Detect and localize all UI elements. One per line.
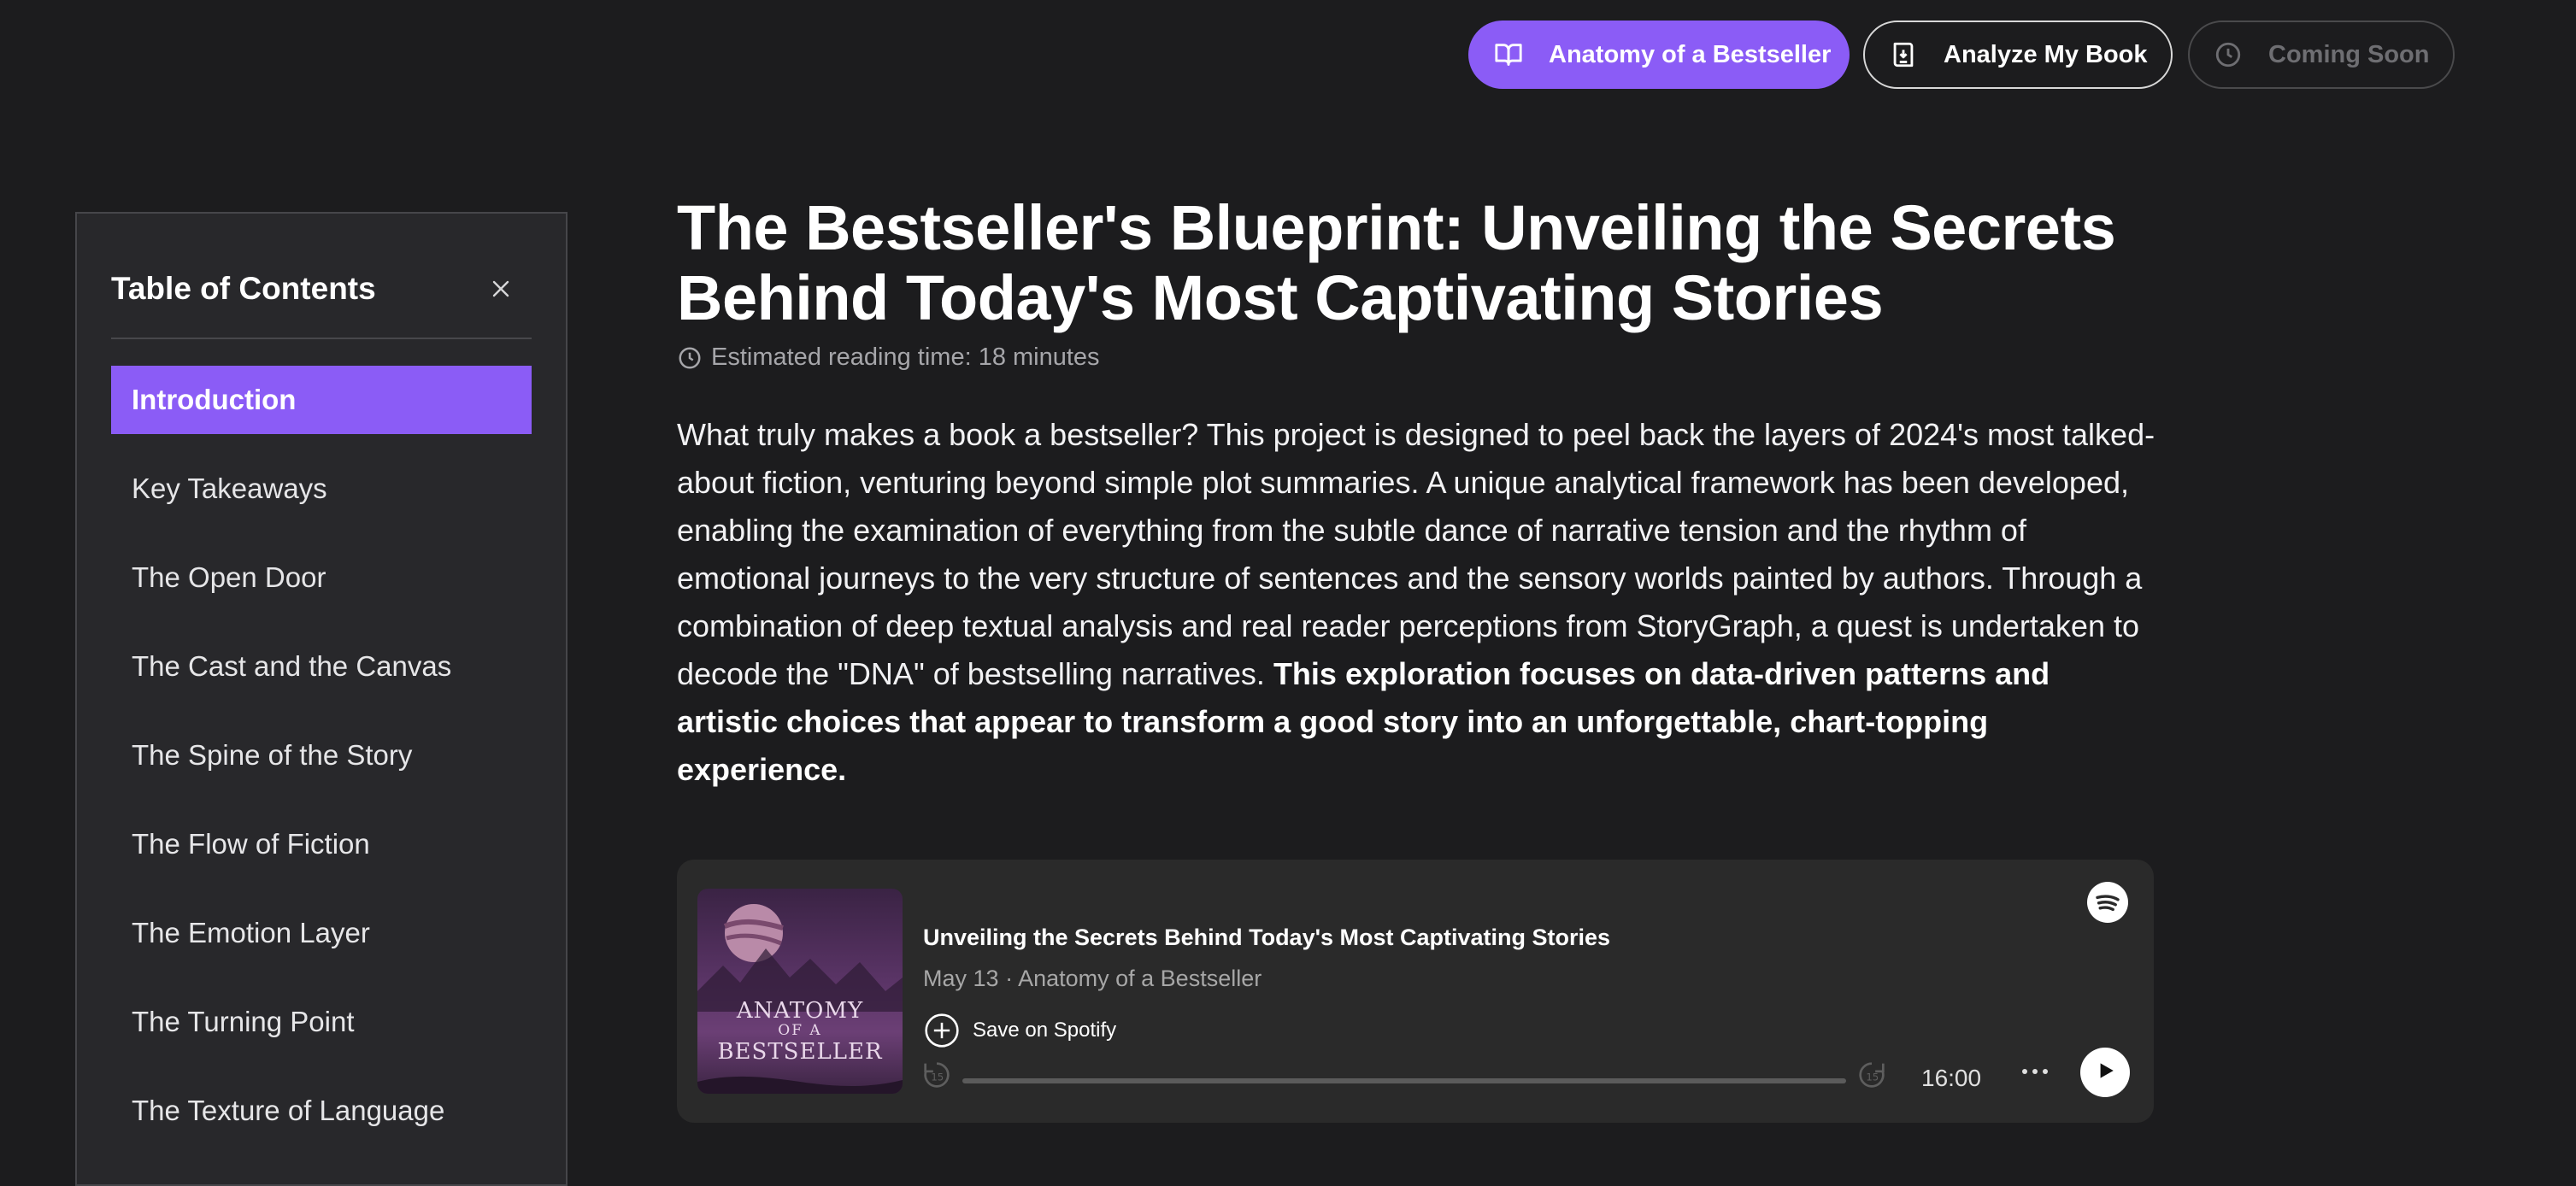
toc-item-flow-fiction[interactable]: The Flow of Fiction bbox=[111, 810, 532, 878]
save-on-spotify-button[interactable]: Save on Spotify bbox=[923, 1012, 1116, 1049]
episode-title[interactable]: Unveiling the Secrets Behind Today's Mos… bbox=[923, 925, 1610, 951]
book-download-icon bbox=[1889, 40, 1918, 69]
toc-sidebar: Table of Contents Introduction Key Takea… bbox=[75, 212, 568, 1186]
nav-button-label: Coming Soon bbox=[2268, 40, 2430, 68]
toc-item-introduction[interactable]: Introduction bbox=[111, 366, 532, 434]
play-icon bbox=[2094, 1060, 2116, 1086]
cover-title-line1: ANATOMY bbox=[736, 998, 864, 1024]
toc-header: Table of Contents bbox=[111, 263, 532, 314]
nav-button-label: Analyze My Book bbox=[1944, 40, 2148, 68]
toc-title: Table of Contents bbox=[111, 271, 376, 306]
cover-title-line2: OF A bbox=[778, 1022, 822, 1039]
nav-button-coming-soon: Coming Soon bbox=[2188, 21, 2455, 89]
nav-button-anatomy[interactable]: Anatomy of a Bestseller bbox=[1468, 21, 1850, 89]
skip-back-15-icon[interactable]: 15 bbox=[920, 1058, 954, 1092]
show-name[interactable]: Anatomy of a Bestseller bbox=[1018, 966, 1262, 991]
meta-separator: · bbox=[1005, 966, 1014, 991]
podcast-cover: ANATOMY OF A BESTSELLER bbox=[697, 889, 903, 1094]
episode-meta: May 13 · Anatomy of a Bestseller bbox=[923, 966, 1262, 992]
nav-button-label: Anatomy of a Bestseller bbox=[1549, 40, 1832, 68]
nav-button-analyze[interactable]: Analyze My Book bbox=[1863, 21, 2173, 89]
play-button[interactable] bbox=[2080, 1048, 2130, 1097]
page-title: The Bestseller's Blueprint: Unveiling th… bbox=[677, 192, 2116, 333]
cover-title-line3: BESTSELLER bbox=[717, 1039, 883, 1065]
spotify-logo-icon[interactable] bbox=[2087, 882, 2128, 923]
svg-text:15: 15 bbox=[1866, 1072, 1879, 1083]
reading-time: Estimated reading time: 18 minutes bbox=[677, 343, 2155, 372]
more-options-icon[interactable] bbox=[2014, 1054, 2056, 1089]
close-icon[interactable] bbox=[491, 279, 511, 299]
save-label: Save on Spotify bbox=[973, 1019, 1117, 1042]
progress-bar[interactable] bbox=[962, 1078, 1846, 1083]
reading-time-text: Estimated reading time: 18 minutes bbox=[711, 343, 1100, 371]
toc-item-texture-language[interactable]: The Texture of Language bbox=[111, 1077, 532, 1145]
toc-item-spine-story[interactable]: The Spine of the Story bbox=[111, 721, 532, 790]
intro-text: What truly makes a book a bestseller? Th… bbox=[677, 417, 2155, 691]
toc-item-key-takeaways[interactable]: Key Takeaways bbox=[111, 455, 532, 523]
toc-divider bbox=[111, 338, 532, 339]
clock-icon bbox=[677, 345, 703, 371]
toc-item-open-door[interactable]: The Open Door bbox=[111, 543, 532, 612]
episode-duration: 16:00 bbox=[1921, 1065, 1982, 1091]
clock-icon bbox=[2214, 40, 2243, 69]
article-main: The Bestseller's Blueprint: Unveiling th… bbox=[677, 193, 2155, 825]
episode-date: May 13 bbox=[923, 966, 999, 991]
book-open-icon bbox=[1494, 40, 1523, 69]
spotify-player: ANATOMY OF A BESTSELLER Unveiling the Se… bbox=[677, 860, 2154, 1123]
toc-item-cast-canvas[interactable]: The Cast and the Canvas bbox=[111, 632, 532, 701]
toc-item-turning-point[interactable]: The Turning Point bbox=[111, 988, 532, 1056]
toc-list: Introduction Key Takeaways The Open Door… bbox=[111, 366, 532, 1165]
plus-circle-icon bbox=[923, 1012, 961, 1049]
skip-forward-15-icon[interactable]: 15 bbox=[1855, 1058, 1889, 1092]
svg-text:15: 15 bbox=[931, 1072, 944, 1083]
intro-paragraph: What truly makes a book a bestseller? Th… bbox=[677, 411, 2155, 794]
toc-item-emotion-layer[interactable]: The Emotion Layer bbox=[111, 899, 532, 967]
